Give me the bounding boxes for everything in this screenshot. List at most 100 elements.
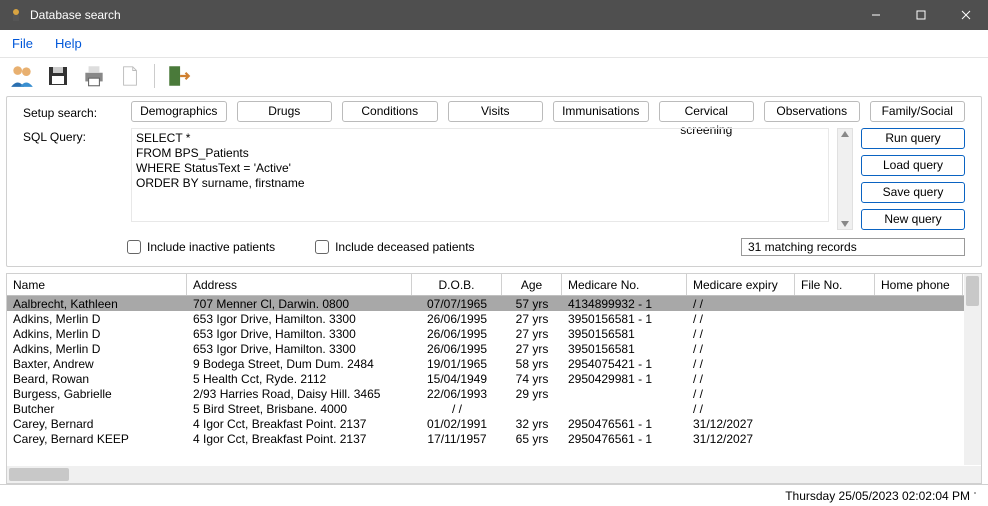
table-row[interactable]: Baxter, Andrew9 Bodega Street, Dum Dum. … — [7, 356, 981, 371]
sql-scrollbar[interactable] — [837, 128, 853, 230]
cell: 2950476561 - 1 — [562, 417, 687, 431]
grid-vertical-scrollbar[interactable] — [964, 274, 981, 465]
cell: 22/06/1993 — [412, 387, 502, 401]
cell: Beard, Rowan — [7, 372, 187, 386]
table-row[interactable]: Burgess, Gabrielle2/93 Harries Road, Dai… — [7, 386, 981, 401]
printer-icon[interactable] — [80, 62, 108, 90]
search-setup-panel: Setup search: Demographics Drugs Conditi… — [6, 96, 982, 267]
visits-button[interactable]: Visits — [448, 101, 544, 122]
load-query-button[interactable]: Load query — [861, 155, 965, 176]
cell: 74 yrs — [502, 372, 562, 386]
app-icon — [8, 7, 24, 23]
maximize-button[interactable] — [898, 0, 943, 30]
window-title: Database search — [30, 8, 853, 22]
table-row[interactable]: Adkins, Merlin D653 Igor Drive, Hamilton… — [7, 341, 981, 356]
drugs-button[interactable]: Drugs — [237, 101, 333, 122]
cell: / / — [687, 357, 795, 371]
cell: / / — [687, 327, 795, 341]
cell: Aalbrecht, Kathleen — [7, 297, 187, 311]
exit-icon[interactable] — [165, 62, 193, 90]
cell: 01/02/1991 — [412, 417, 502, 431]
document-icon[interactable] — [116, 62, 144, 90]
cell: Carey, Bernard KEEP — [7, 432, 187, 446]
cell: 31/12/2027 — [687, 417, 795, 431]
cell: Adkins, Merlin D — [7, 327, 187, 341]
demographics-button[interactable]: Demographics — [131, 101, 227, 122]
cell: 15/04/1949 — [412, 372, 502, 386]
menu-bar: File Help — [0, 30, 988, 58]
include-deceased-checkbox[interactable]: Include deceased patients — [315, 240, 474, 254]
table-row[interactable]: Beard, Rowan5 Health Cct, Ryde. 211215/0… — [7, 371, 981, 386]
cell: 32 yrs — [502, 417, 562, 431]
cell: / / — [687, 387, 795, 401]
table-row[interactable]: Aalbrecht, Kathleen707 Menner Cl, Darwin… — [7, 296, 981, 311]
cell: / / — [687, 342, 795, 356]
sql-query-text[interactable]: SELECT * FROM BPS_Patients WHERE StatusT… — [131, 128, 829, 222]
results-grid: Name Address D.O.B. Age Medicare No. Med… — [6, 273, 982, 484]
cell: 26/06/1995 — [412, 342, 502, 356]
col-medicare[interactable]: Medicare No. — [562, 274, 687, 295]
new-query-button[interactable]: New query — [861, 209, 965, 230]
table-row[interactable]: Butcher5 Bird Street, Brisbane. 4000/ //… — [7, 401, 981, 416]
users-icon[interactable] — [8, 62, 36, 90]
status-datetime: Thursday 25/05/2023 02:02:04 PM — [785, 489, 970, 503]
family-social-button[interactable]: Family/Social — [870, 101, 966, 122]
cervical-screening-button[interactable]: Cervical screening — [659, 101, 755, 122]
cell: 9 Bodega Street, Dum Dum. 2484 — [187, 357, 412, 371]
cell: 653 Igor Drive, Hamilton. 3300 — [187, 327, 412, 341]
matching-records-box: 31 matching records — [741, 238, 965, 256]
run-query-button[interactable]: Run query — [861, 128, 965, 149]
col-address[interactable]: Address — [187, 274, 412, 295]
include-deceased-label: Include deceased patients — [335, 240, 474, 254]
menu-help[interactable]: Help — [51, 34, 86, 53]
scroll-up-icon[interactable] — [840, 129, 850, 139]
col-name[interactable]: Name — [7, 274, 187, 295]
cell: Butcher — [7, 402, 187, 416]
cell: / / — [687, 312, 795, 326]
floppy-icon[interactable] — [44, 62, 72, 90]
grid-horizontal-scrollbar[interactable] — [7, 466, 981, 483]
cell: Carey, Bernard — [7, 417, 187, 431]
cell: 27 yrs — [502, 312, 562, 326]
cell: / / — [687, 297, 795, 311]
conditions-button[interactable]: Conditions — [342, 101, 438, 122]
col-dob[interactable]: D.O.B. — [412, 274, 502, 295]
cell: 31/12/2027 — [687, 432, 795, 446]
cell: 4 Igor Cct, Breakfast Point. 2137 — [187, 432, 412, 446]
toolbar — [0, 58, 988, 96]
observations-button[interactable]: Observations — [764, 101, 860, 122]
cell: 707 Menner Cl, Darwin. 0800 — [187, 297, 412, 311]
menu-file[interactable]: File — [8, 34, 37, 53]
cell: 5 Bird Street, Brisbane. 4000 — [187, 402, 412, 416]
table-row[interactable]: Adkins, Merlin D653 Igor Drive, Hamilton… — [7, 326, 981, 341]
grid-body[interactable]: Aalbrecht, Kathleen707 Menner Cl, Darwin… — [7, 296, 981, 466]
status-bar: Thursday 25/05/2023 02:02:04 PM — [0, 484, 988, 506]
scroll-down-icon[interactable] — [840, 219, 850, 229]
col-age[interactable]: Age — [502, 274, 562, 295]
resize-grip[interactable] — [974, 492, 986, 504]
cell: 29 yrs — [502, 387, 562, 401]
cell: 2/93 Harries Road, Daisy Hill. 3465 — [187, 387, 412, 401]
cell: 58 yrs — [502, 357, 562, 371]
cell: / / — [687, 372, 795, 386]
cell: 2950476561 - 1 — [562, 432, 687, 446]
col-phone[interactable]: Home phone — [875, 274, 963, 295]
cell: 653 Igor Drive, Hamilton. 3300 — [187, 342, 412, 356]
include-inactive-checkbox[interactable]: Include inactive patients — [127, 240, 275, 254]
cell: Baxter, Andrew — [7, 357, 187, 371]
minimize-button[interactable] — [853, 0, 898, 30]
col-expiry[interactable]: Medicare expiry — [687, 274, 795, 295]
save-query-button[interactable]: Save query — [861, 182, 965, 203]
table-row[interactable]: Adkins, Merlin D653 Igor Drive, Hamilton… — [7, 311, 981, 326]
cell: 17/11/1957 — [412, 432, 502, 446]
cell: 57 yrs — [502, 297, 562, 311]
grid-header: Name Address D.O.B. Age Medicare No. Med… — [7, 274, 981, 296]
col-file[interactable]: File No. — [795, 274, 875, 295]
cell: 2954075421 - 1 — [562, 357, 687, 371]
cell: 5 Health Cct, Ryde. 2112 — [187, 372, 412, 386]
table-row[interactable]: Carey, Bernard4 Igor Cct, Breakfast Poin… — [7, 416, 981, 431]
table-row[interactable]: Carey, Bernard KEEP4 Igor Cct, Breakfast… — [7, 431, 981, 446]
cell: 27 yrs — [502, 327, 562, 341]
immunisations-button[interactable]: Immunisations — [553, 101, 649, 122]
close-button[interactable] — [943, 0, 988, 30]
